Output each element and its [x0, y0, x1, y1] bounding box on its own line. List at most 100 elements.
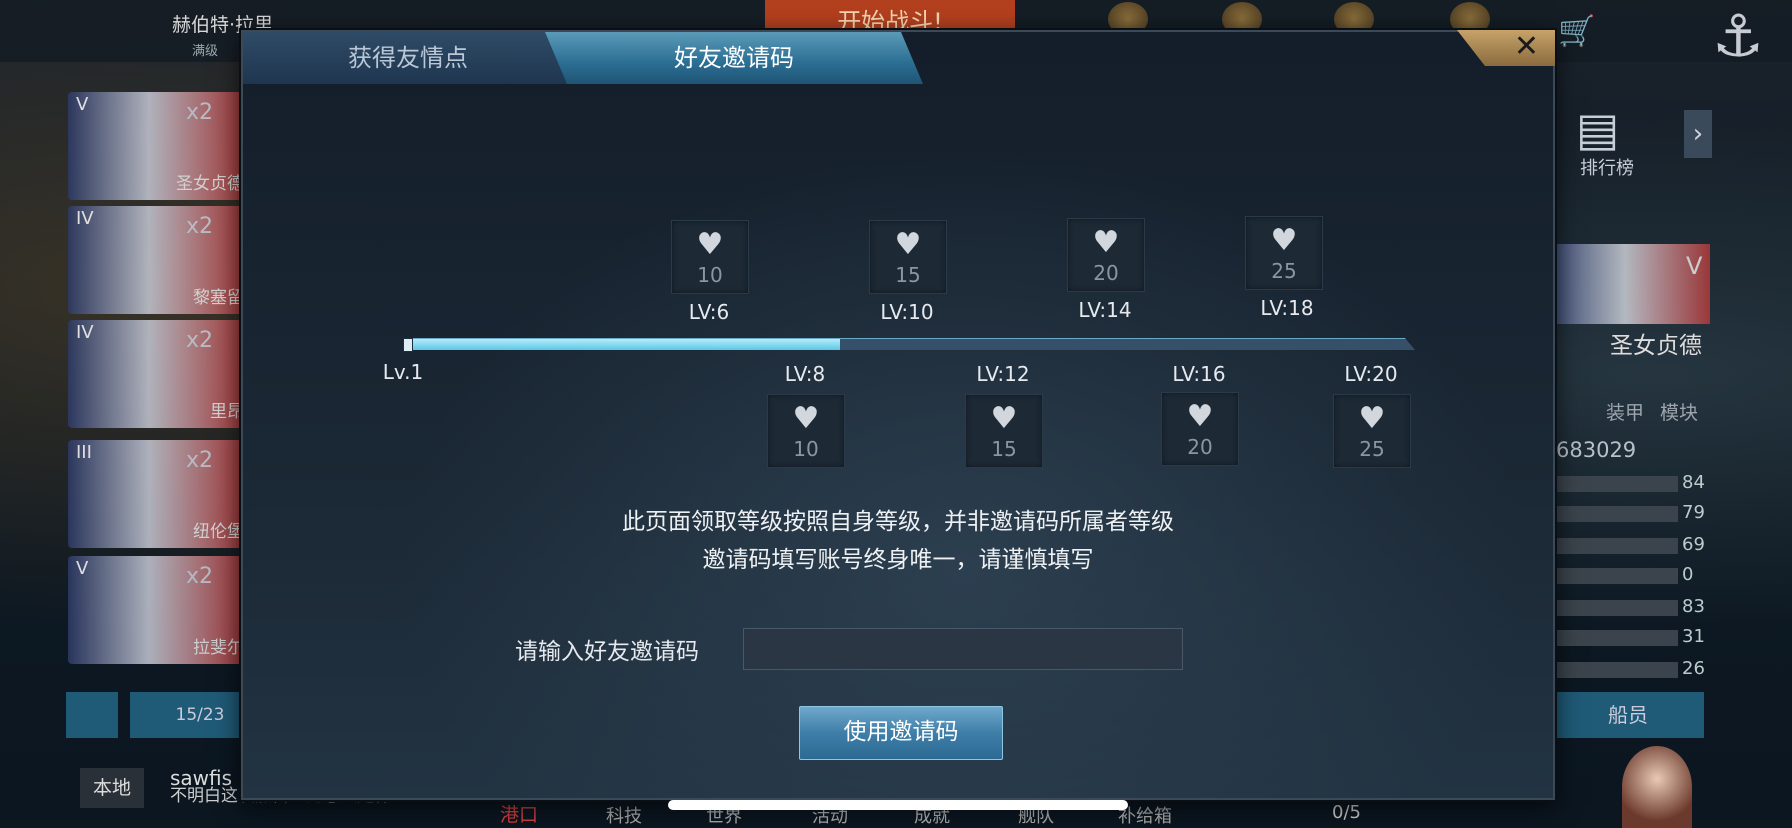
heart-icon: ♥	[990, 401, 1018, 436]
chat-channel-local[interactable]: 本地	[80, 768, 144, 808]
heart-icon: ♥	[894, 227, 922, 262]
level-progress-bar	[405, 338, 1415, 350]
level-progress-fill	[406, 339, 841, 350]
nav-port[interactable]: 港口	[500, 800, 538, 827]
reward-level-label: LV:6	[688, 300, 730, 324]
reward-amount: 15	[895, 263, 921, 287]
reward-amount: 10	[793, 437, 819, 461]
ship-card[interactable]: V x2 圣女贞德	[68, 92, 248, 200]
reward-item[interactable]: ♥ 20	[1067, 218, 1145, 292]
ship-tier: V	[76, 558, 89, 579]
ship-card[interactable]: V x2 拉斐尔	[68, 556, 248, 664]
reward-level-label: LV:14	[1078, 298, 1132, 322]
stat-bar	[1556, 538, 1678, 554]
progress-start-marker	[403, 338, 413, 352]
reward-level-label: LV:16	[1172, 362, 1226, 386]
heart-icon: ♥	[1092, 225, 1120, 260]
invite-code-input[interactable]	[743, 628, 1183, 670]
reward-item[interactable]: ♥ 10	[767, 394, 845, 468]
chevron-right-icon[interactable]: ›	[1684, 110, 1712, 158]
crew-button[interactable]: 船员	[1552, 692, 1704, 738]
ship-stat-total: 683029	[1556, 438, 1637, 462]
reward-item[interactable]: ♥ 10	[671, 220, 749, 294]
tab-armor[interactable]: 装甲	[1606, 398, 1644, 425]
ship-name: 圣女贞德	[176, 174, 244, 194]
tab-invite-code[interactable]: 好友邀请码	[545, 32, 923, 84]
stat-value: 84	[1682, 472, 1705, 493]
ship-card[interactable]: III x2 纽伦堡	[68, 440, 248, 548]
dialog-tabs: 获得友情点 好友邀请码	[243, 32, 923, 86]
reward-amount: 20	[1093, 261, 1119, 285]
level-start-label: Lv.1	[382, 360, 424, 384]
ship-tier: V	[76, 94, 89, 115]
cart-icon[interactable]: 🛒	[1558, 14, 1595, 49]
stat-bar	[1556, 476, 1678, 492]
stat-value: 26	[1682, 658, 1705, 679]
reward-item[interactable]: ♥ 25	[1333, 394, 1411, 468]
ship-card[interactable]: IV x2 黎塞留	[68, 206, 248, 314]
stat-value: 79	[1682, 502, 1705, 523]
reward-amount: 20	[1187, 435, 1213, 459]
anchor-icon[interactable]: ⚓	[1712, 2, 1764, 70]
reward-level-label: LV:8	[784, 362, 826, 386]
nav-tech[interactable]: 科技	[606, 802, 642, 828]
stat-value: 0	[1682, 564, 1694, 585]
reward-amount: 10	[697, 263, 723, 287]
stat-value: 31	[1682, 626, 1705, 647]
ship-name: 里昂	[210, 402, 244, 422]
ship-count: x2	[186, 564, 214, 589]
ship-name: 纽伦堡	[193, 522, 244, 542]
close-button[interactable]: ✕	[1457, 30, 1555, 66]
notice-level-rule: 此页面领取等级按照自身等级，并非邀请码所属者等级	[622, 509, 1174, 535]
ship-count: x2	[186, 100, 214, 125]
reward-level-label: LV:12	[976, 362, 1030, 386]
reward-level-label: LV:18	[1260, 296, 1314, 320]
selected-ship-tier: V	[1686, 252, 1703, 280]
ship-tier: III	[76, 442, 92, 463]
stat-bar	[1556, 600, 1678, 616]
reward-amount: 25	[1359, 437, 1385, 461]
stat-value: 83	[1682, 596, 1705, 617]
selected-ship-image	[1540, 244, 1710, 324]
stat-bar	[1556, 568, 1678, 584]
ship-name: 黎塞留	[193, 288, 244, 308]
ship-tier: IV	[76, 208, 94, 229]
ship-card[interactable]: IV x2 里昂	[68, 320, 248, 428]
player-level-label: 满级	[192, 44, 219, 59]
reward-item[interactable]: ♥ 25	[1245, 216, 1323, 290]
reward-item[interactable]: ♥ 20	[1161, 392, 1239, 466]
heart-icon: ♥	[696, 227, 724, 262]
captain-avatar[interactable]	[1622, 746, 1692, 828]
stat-bar	[1556, 506, 1678, 522]
close-icon: ✕	[1513, 29, 1539, 64]
stat-bar	[1556, 630, 1678, 646]
selected-ship-name: 圣女贞德	[1610, 333, 1702, 359]
invite-code-dialog: 获得友情点 好友邀请码 ✕ Lv.1 ♥ 10 LV:6 ♥ 15 LV:10 …	[241, 30, 1555, 800]
invite-code-label: 请输入好友邀请码	[515, 639, 699, 665]
heart-icon: ♥	[1186, 399, 1214, 434]
tab-modules[interactable]: 模块	[1660, 398, 1698, 425]
tab-earn-friendship[interactable]: 获得友情点	[243, 32, 573, 84]
stat-bar	[1556, 662, 1678, 678]
notice-once-only: 邀请码填写账号终身唯一，请谨慎填写	[702, 547, 1094, 573]
use-invite-code-button[interactable]: 使用邀请码	[799, 706, 1003, 760]
leaderboard-icon[interactable]: ▤	[1576, 102, 1619, 156]
heart-icon: ♥	[792, 401, 820, 436]
stat-value: 69	[1682, 534, 1705, 555]
page-counter: 0/5	[1332, 802, 1361, 823]
leaderboard-label[interactable]: 排行榜	[1580, 154, 1634, 180]
ship-tier: IV	[76, 322, 94, 343]
reward-level-label: LV:20	[1344, 362, 1398, 386]
home-indicator	[668, 800, 1128, 810]
ship-name: 拉斐尔	[193, 638, 244, 658]
ship-count: x2	[186, 214, 214, 239]
reward-item[interactable]: ♥ 15	[965, 394, 1043, 468]
start-battle-button[interactable]: 开始战斗!	[765, 0, 1015, 34]
reward-amount: 25	[1271, 259, 1297, 283]
reward-amount: 15	[991, 437, 1017, 461]
heart-icon: ♥	[1358, 401, 1386, 436]
ship-count: x2	[186, 448, 214, 473]
list-view-button[interactable]	[66, 692, 118, 738]
reward-item[interactable]: ♥ 15	[869, 220, 947, 294]
ship-count: x2	[186, 328, 214, 353]
